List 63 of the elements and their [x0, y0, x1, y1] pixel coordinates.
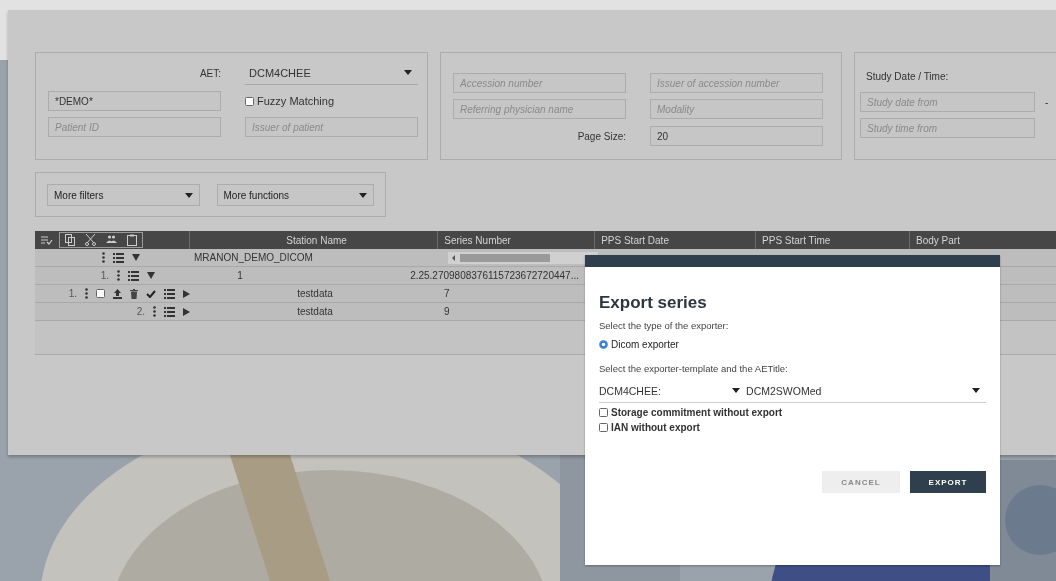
- row-checkbox[interactable]: [96, 289, 105, 298]
- trash-icon[interactable]: [130, 288, 138, 299]
- row-index: 2.: [136, 306, 145, 317]
- template-prompt: Select the exporter-template and the AETitle:: [599, 363, 789, 374]
- aet-label: AET:: [199, 67, 221, 79]
- expand-icon[interactable]: [183, 289, 190, 298]
- page-size-label: Page Size:: [577, 130, 626, 142]
- accession-number-field[interactable]: Accession number: [453, 73, 626, 93]
- row-index: 1.: [68, 288, 77, 299]
- collapse-icon[interactable]: [132, 254, 140, 261]
- more-icon[interactable]: [153, 306, 156, 317]
- radio-icon[interactable]: [599, 340, 608, 349]
- aetitle-dropdown[interactable]: DCM2SWOMed: [746, 384, 986, 397]
- caret-icon: [972, 388, 980, 393]
- menu-dropdown[interactable]: More filters: [47, 184, 200, 206]
- collapse-icon[interactable]: [147, 272, 155, 279]
- station-name-cell-text: 1: [236, 270, 244, 281]
- export-button[interactable]: EXPORT: [910, 471, 986, 493]
- modality-field[interactable]: Modality: [650, 99, 823, 119]
- expand-icon[interactable]: [183, 307, 190, 316]
- caret-icon: [184, 192, 193, 198]
- checkbox-icon[interactable]: [599, 423, 608, 432]
- copy-icon[interactable]: [65, 234, 75, 246]
- scissors-icon[interactable]: [85, 234, 96, 246]
- option-checkbox[interactable]: Storage commitment without export: [599, 407, 986, 418]
- station-name-cell-text: testdata: [296, 306, 334, 317]
- list-icon[interactable]: [164, 306, 175, 317]
- study-date-label: Study Date / Time:: [866, 71, 950, 82]
- template-dropdown[interactable]: DCM4CHEE:: [599, 384, 747, 397]
- list-icon[interactable]: [113, 252, 124, 263]
- caret-icon: [359, 192, 367, 198]
- more-icon[interactable]: [102, 252, 105, 263]
- option-checkbox[interactable]: IAN without export: [599, 422, 986, 433]
- row-index: 1.: [100, 270, 109, 281]
- station-name-cell-text: testdata: [296, 288, 334, 299]
- more-icon[interactable]: [117, 270, 120, 281]
- check-icon[interactable]: [146, 289, 156, 298]
- menu-dropdown[interactable]: More functions: [216, 184, 374, 206]
- fuzzy-matching-checkbox[interactable]: Fuzzy Matching: [245, 95, 418, 107]
- aet-dropdown[interactable]: DCM4CHEE: [245, 61, 418, 85]
- list-icon[interactable]: [164, 288, 175, 299]
- patient-name-field[interactable]: *DEMO*: [48, 91, 221, 111]
- dicom-exporter-radio[interactable]: Dicom exporter: [599, 339, 986, 350]
- caret-icon: [404, 70, 412, 75]
- page-size-field[interactable]: 20: [650, 126, 823, 146]
- referring-physician-field[interactable]: Referring physician name: [453, 99, 626, 119]
- upload-icon[interactable]: [113, 288, 122, 299]
- range-separator: -: [1045, 96, 1049, 108]
- list-icon[interactable]: [128, 270, 139, 281]
- clipboard-icon[interactable]: [127, 234, 137, 246]
- exporter-type-prompt: Select the type of the exporter:: [599, 320, 730, 331]
- checkbox-icon[interactable]: [245, 96, 254, 106]
- checklist-icon[interactable]: [41, 235, 53, 245]
- series-number-cell-text: 7: [443, 288, 451, 299]
- more-icon[interactable]: [85, 288, 88, 299]
- study-time-from-field[interactable]: Study time from: [860, 118, 1035, 138]
- checkbox-icon[interactable]: [599, 408, 608, 417]
- patient-id-field[interactable]: Patient ID: [48, 117, 221, 137]
- caret-icon: [732, 388, 741, 393]
- series-number-cell-text: 2.25.2709808376115723672720447...: [409, 270, 580, 281]
- station-name-cell-text: MRANON_DEMO_DICOM: [193, 252, 314, 263]
- series-number-cell-text: 9: [443, 306, 451, 317]
- users-icon[interactable]: [106, 234, 117, 243]
